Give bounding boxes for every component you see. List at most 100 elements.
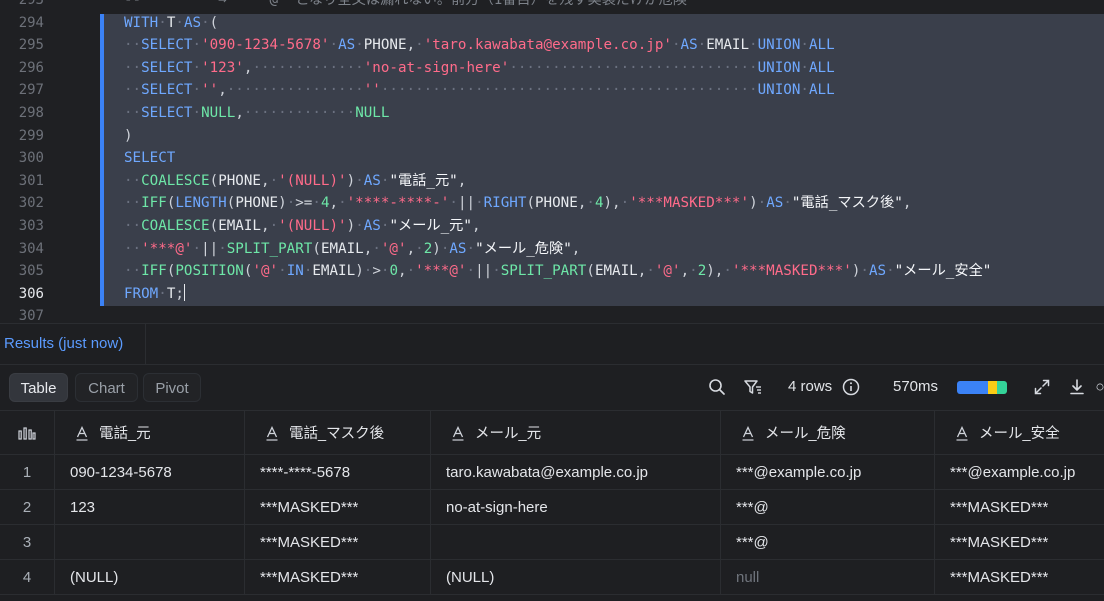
line-number: 304 xyxy=(18,240,44,257)
row-number: 1 xyxy=(0,455,55,489)
column-stats-icon xyxy=(18,426,36,440)
table-cell[interactable]: (NULL) xyxy=(431,560,721,594)
code-text: ··COALESCE(PHONE,·'(NULL)')·AS·"電話_元", xyxy=(124,172,467,189)
table-cell[interactable]: no-at-sign-here xyxy=(431,490,721,524)
results-tab-bar: Results (just now) xyxy=(0,323,1104,365)
line-number: 298 xyxy=(18,105,44,121)
text-type-icon xyxy=(75,425,89,441)
text-type-icon xyxy=(451,425,465,441)
view-pivot-button[interactable]: Pivot xyxy=(143,373,201,402)
line-number: 302 xyxy=(18,195,44,212)
code-text: FROM·T; xyxy=(124,283,186,302)
line-number: 307 xyxy=(18,308,44,323)
code-text: ··SELECT·'',················''··········… xyxy=(124,82,835,99)
table-cell-null[interactable]: null xyxy=(721,560,935,594)
table-cell[interactable]: ***MASKED*** xyxy=(245,490,431,524)
table-cell[interactable]: ***@ xyxy=(721,525,935,559)
code-comment: -- → '***@' となり全文は漏れない。前方（1番目）を残す実装だけが危険 xyxy=(124,0,687,8)
grid-header-row: 電話_元 電話_マスク後 メール_元 メール_危険 メール_安全 xyxy=(0,410,1104,455)
code-line[interactable]: 296 ··SELECT·'123',·············'no-at-s… xyxy=(0,57,1104,80)
table-row[interactable]: 3 ***MASKED*** ***@ ***MASKED*** xyxy=(0,525,1104,560)
line-number: 299 xyxy=(18,127,44,144)
view-table-button[interactable]: Table xyxy=(9,373,68,402)
table-cell[interactable]: ****-****-5678 xyxy=(245,455,431,489)
table-cell[interactable]: ***MASKED*** xyxy=(245,560,431,594)
line-number: 303 xyxy=(18,218,44,234)
code-text: ··'***@'·||·SPLIT_PART(EMAIL,·'@',·2)·AS… xyxy=(124,240,581,257)
row-number-header[interactable] xyxy=(0,411,55,454)
table-cell[interactable]: ***MASKED*** xyxy=(935,560,1104,594)
table-row[interactable]: 2 123 ***MASKED*** no-at-sign-here ***@ … xyxy=(0,490,1104,525)
code-line[interactable]: 301 ··COALESCE(PHONE,·'(NULL)')·AS·"電話_元… xyxy=(0,170,1104,193)
table-cell[interactable]: (NULL) xyxy=(55,560,245,594)
table-cell[interactable]: ***@ xyxy=(721,490,935,524)
code-line[interactable]: 300 SELECT xyxy=(0,147,1104,170)
table-row[interactable]: 1 090-1234-5678 ****-****-5678 taro.kawa… xyxy=(0,455,1104,490)
column-header[interactable]: メール_元 xyxy=(431,411,721,454)
table-row[interactable]: 4 (NULL) ***MASKED*** (NULL) null ***MAS… xyxy=(0,560,1104,595)
column-header[interactable]: 電話_マスク後 xyxy=(245,411,431,454)
table-cell[interactable] xyxy=(431,525,721,559)
text-type-icon xyxy=(741,425,755,441)
code-line[interactable]: 304 ··'***@'·||·SPLIT_PART(EMAIL,·'@',·2… xyxy=(0,238,1104,261)
line-number: 294 xyxy=(18,14,44,31)
code-line[interactable]: 302 ··IFF(LENGTH(PHONE)·>=·4,·'****-****… xyxy=(0,192,1104,215)
code-text: ··IFF(LENGTH(PHONE)·>=·4,·'****-****-'·|… xyxy=(124,195,912,212)
code-text: ) xyxy=(124,127,133,144)
table-cell[interactable]: 123 xyxy=(55,490,245,524)
code-text: SELECT xyxy=(124,150,176,167)
row-count: 4 rows xyxy=(788,378,833,395)
table-cell[interactable]: ***@example.co.jp xyxy=(721,455,935,489)
table-cell[interactable]: 090-1234-5678 xyxy=(55,455,245,489)
line-number-active: 306 xyxy=(18,285,44,302)
search-icon[interactable] xyxy=(706,376,728,398)
column-header[interactable]: メール_安全 xyxy=(935,411,1104,454)
code-text: ··SELECT·'090-1234-5678'·AS·PHONE,·'taro… xyxy=(124,37,835,54)
code-line[interactable]: 294 WITH·T·AS·( xyxy=(0,12,1104,35)
text-cursor xyxy=(183,283,186,301)
code-line[interactable]: 305 ··IFF(POSITION('@'·IN·EMAIL)·>·0,·'*… xyxy=(0,260,1104,283)
code-line[interactable]: 307 xyxy=(0,305,1104,323)
column-header[interactable]: 電話_元 xyxy=(55,411,245,454)
table-cell[interactable]: taro.kawabata@example.co.jp xyxy=(431,455,721,489)
results-toolbar: Table Chart Pivot 4 rows 570ms xyxy=(0,366,1104,410)
table-cell[interactable]: ***@example.co.jp xyxy=(935,455,1104,489)
column-header-label: メール_元 xyxy=(475,426,542,442)
column-header-label: 電話_元 xyxy=(99,426,151,442)
line-number: 300 xyxy=(18,150,44,167)
table-cell[interactable] xyxy=(55,525,245,559)
code-text: WITH·T·AS·( xyxy=(124,14,219,31)
code-text: ··SELECT·'123',·············'no-at-sign-… xyxy=(124,59,835,76)
filter-icon[interactable] xyxy=(742,376,764,398)
code-text: ··COALESCE(EMAIL,·'(NULL)')·AS·"メール_元", xyxy=(124,218,481,234)
line-number: 293 xyxy=(18,0,44,8)
code-line[interactable]: 299 ) xyxy=(0,125,1104,148)
code-line[interactable]: 298 ··SELECT·NULL,·············NULL xyxy=(0,102,1104,125)
code-line[interactable]: 306 FROM·T; xyxy=(0,283,1104,306)
code-text: ··IFF(POSITION('@'·IN·EMAIL)·>·0,·'***@'… xyxy=(124,263,992,280)
info-icon[interactable] xyxy=(840,376,862,398)
code-line[interactable]: 293 -- → '***@' となり全文は漏れない。前方（1番目）を残す実装だ… xyxy=(0,0,1104,12)
row-number: 4 xyxy=(0,560,55,594)
column-header-label: メール_安全 xyxy=(979,426,1060,442)
table-cell[interactable]: ***MASKED*** xyxy=(935,525,1104,559)
table-cell[interactable]: ***MASKED*** xyxy=(935,490,1104,524)
text-type-icon xyxy=(955,425,969,441)
download-icon[interactable] xyxy=(1066,376,1088,398)
line-number: 301 xyxy=(18,172,44,189)
code-line[interactable]: 297 ··SELECT·'',················''······… xyxy=(0,79,1104,102)
code-line[interactable]: 295 ··SELECT·'090-1234-5678'·AS·PHONE,·'… xyxy=(0,34,1104,57)
column-header[interactable]: メール_危険 xyxy=(721,411,935,454)
line-number: 295 xyxy=(18,37,44,54)
sql-editor[interactable]: 293 -- → '***@' となり全文は漏れない。前方（1番目）を残す実装だ… xyxy=(0,0,1104,323)
code-line[interactable]: 303 ··COALESCE(EMAIL,·'(NULL)')·AS·"メール_… xyxy=(0,215,1104,238)
query-timing-bar[interactable] xyxy=(957,381,1007,394)
line-number: 305 xyxy=(18,263,44,280)
expand-icon[interactable] xyxy=(1031,376,1053,398)
more-icon[interactable] xyxy=(1096,376,1104,398)
view-chart-button[interactable]: Chart xyxy=(75,373,138,402)
table-cell[interactable]: ***MASKED*** xyxy=(245,525,431,559)
tab-results[interactable]: Results (just now) xyxy=(0,324,146,365)
code-text: ··SELECT·NULL,·············NULL xyxy=(124,105,390,121)
line-number: 297 xyxy=(18,82,44,99)
